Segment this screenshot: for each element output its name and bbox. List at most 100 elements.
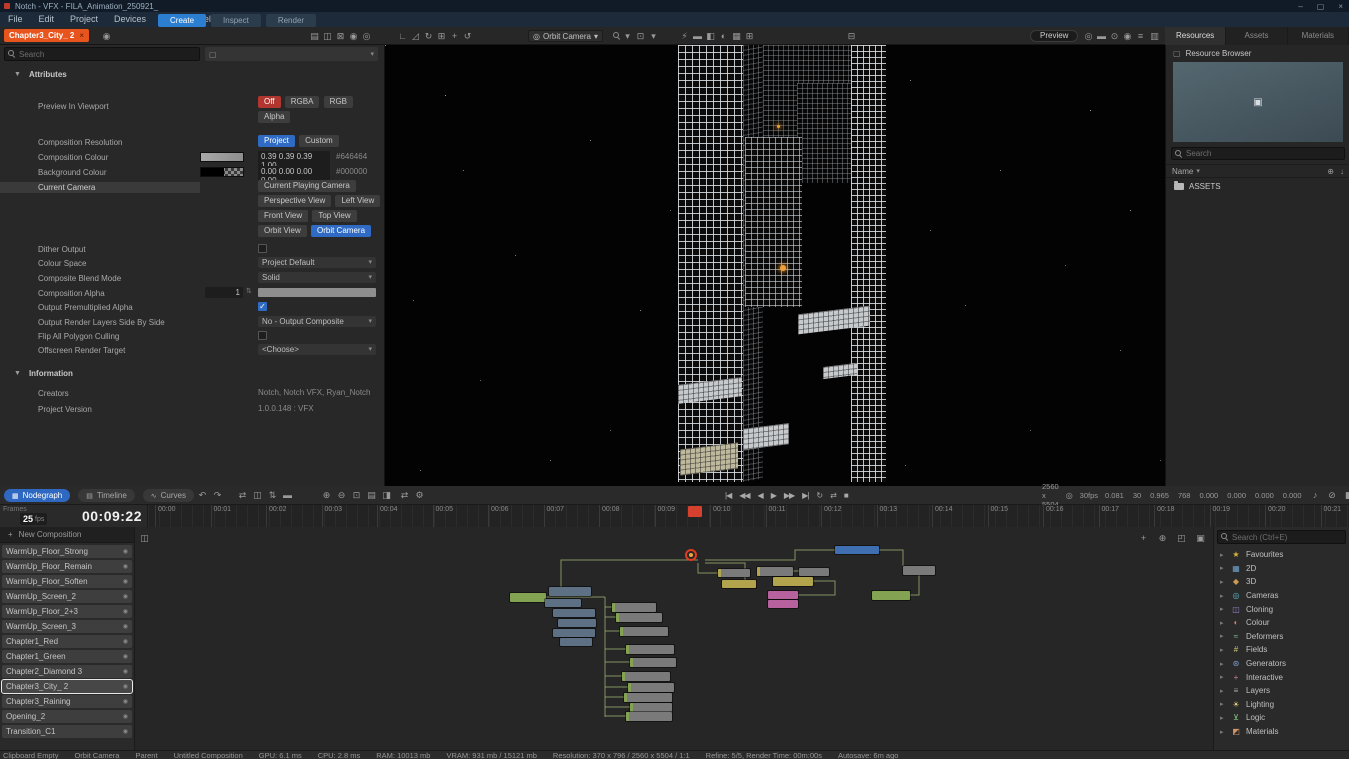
composition-item[interactable]: WarmUp_Floor_2+3◉ <box>2 605 132 618</box>
composition-item[interactable]: Opening_2◉ <box>2 710 132 723</box>
composition-item[interactable]: Chapter1_Green◉ <box>2 650 132 663</box>
close-button[interactable]: × <box>1338 2 1343 11</box>
playhead[interactable] <box>688 506 702 517</box>
zoom-graph-icon[interactable]: ⊕ <box>1156 531 1169 545</box>
camera-left-button[interactable]: Left View <box>335 195 380 207</box>
chevron-right-icon[interactable]: ▸ <box>1220 646 1226 654</box>
composition-alpha-slider[interactable] <box>258 288 376 297</box>
capture-icon[interactable]: ◎ <box>1082 29 1095 43</box>
viewport-3d[interactable] <box>385 45 1165 486</box>
visibility-icon[interactable]: ◉ <box>123 668 128 675</box>
visibility-icon[interactable]: ◉ <box>123 698 128 705</box>
chevron-right-icon[interactable]: ▸ <box>1220 578 1226 586</box>
visibility-icon[interactable]: ◉ <box>123 713 128 720</box>
go-end-button[interactable]: ▶| <box>799 491 811 500</box>
composite-blend-mode-select[interactable]: Solid ▾ <box>258 272 376 283</box>
graph-node[interactable] <box>722 580 756 588</box>
sort-icon[interactable]: ⇅ <box>266 488 279 502</box>
background-colour-swatch[interactable] <box>200 167 244 177</box>
graph-node[interactable] <box>549 587 591 596</box>
stop-button[interactable]: ■ <box>841 491 851 500</box>
realtime-button[interactable]: ⇄ <box>827 491 839 500</box>
palette-category-lighting[interactable]: ▸☀Lighting <box>1214 698 1349 712</box>
composition-item[interactable]: Chapter1_Red◉ <box>2 635 132 648</box>
palette-category-2d[interactable]: ▸▦2D <box>1214 562 1349 576</box>
gizmo-marker[interactable] <box>780 265 786 271</box>
resources-name-header[interactable]: Name ▾ ⊕ ↓ <box>1166 164 1349 178</box>
palette-category-cameras[interactable]: ▸◎Cameras <box>1214 589 1349 603</box>
graph-node[interactable] <box>626 712 672 721</box>
settings-icon[interactable]: ⚙ <box>413 488 426 502</box>
grid-icon[interactable]: ▦ <box>730 29 743 43</box>
chevron-right-icon[interactable]: ▸ <box>1220 714 1226 722</box>
graph-node[interactable] <box>757 567 793 576</box>
duplicate-icon[interactable]: ◫ <box>321 29 334 43</box>
menu-project[interactable]: Project <box>62 14 106 24</box>
zoom-out-icon[interactable]: ⊖ <box>335 488 348 502</box>
record-icon[interactable]: ⊙ <box>1108 29 1121 43</box>
editor-tab-timeline[interactable]: ▤Timeline <box>78 489 135 502</box>
offscreen-render-target-select[interactable]: <Choose> ▾ <box>258 344 376 355</box>
chevron-right-icon[interactable]: ▸ <box>1220 632 1226 640</box>
go-start-button[interactable]: |◀ <box>722 491 734 500</box>
chevron-right-icon[interactable]: ▸ <box>1220 605 1226 613</box>
graph-node[interactable] <box>630 658 676 667</box>
palette-category-layers[interactable]: ▸≡Layers <box>1214 684 1349 698</box>
fps-field[interactable]: 25 fps <box>20 513 47 525</box>
chevron-right-icon[interactable]: ▸ <box>1220 551 1226 559</box>
collapse-icon[interactable]: ▼ <box>14 370 21 377</box>
composition-item[interactable]: WarmUp_Floor_Remain◉ <box>2 560 132 573</box>
camera-orbit-view-button[interactable]: Orbit View <box>258 225 307 237</box>
align-icon[interactable]: ◫ <box>251 488 264 502</box>
menu-file[interactable]: File <box>0 14 31 24</box>
mode-tab-inspect[interactable]: Inspect <box>211 14 261 27</box>
graph-node[interactable] <box>560 638 592 646</box>
spinner-icon[interactable]: ⇅ <box>246 287 252 295</box>
move-tool-icon[interactable]: + <box>448 29 461 43</box>
resource-preview[interactable]: ▣ <box>1173 62 1343 142</box>
effects-icon[interactable]: ⚡ <box>678 29 691 43</box>
chevron-right-icon[interactable]: ▸ <box>1220 619 1226 627</box>
fit-graph-icon[interactable]: ◰ <box>1175 531 1188 545</box>
resources-tab-materials[interactable]: Materials <box>1288 27 1349 45</box>
document-tab[interactable]: Chapter3_City_ 2 × <box>4 29 89 42</box>
loop-button[interactable]: ↻ <box>813 491 825 500</box>
target-icon[interactable]: ◉ <box>1121 29 1134 43</box>
play-reverse-button[interactable]: ◀ <box>755 491 766 500</box>
palette-search[interactable] <box>1217 530 1346 544</box>
list-icon[interactable]: ≡ <box>1134 29 1147 43</box>
palette-category-3d[interactable]: ▸◆3D <box>1214 575 1349 589</box>
graph-node[interactable] <box>628 683 674 692</box>
resources-tab-assets[interactable]: Assets <box>1226 27 1287 45</box>
import-icon[interactable]: ↓ <box>1340 167 1344 176</box>
new-composition-button[interactable]: + New Composition <box>0 527 134 543</box>
info-icon[interactable]: ◎ <box>360 29 373 43</box>
snap-grid-icon[interactable]: ⊞ <box>435 29 448 43</box>
graph-node[interactable] <box>835 546 879 554</box>
visibility-icon[interactable]: ◉ <box>123 593 128 600</box>
chevron-right-icon[interactable]: ▸ <box>1220 728 1226 736</box>
mute-icon[interactable]: ⊘ <box>1326 488 1339 502</box>
flip-polygon-culling-checkbox[interactable] <box>258 331 267 340</box>
attribute-filter-select[interactable]: ▢ ▾ <box>205 47 378 61</box>
minimap-icon[interactable]: ▣ <box>1194 531 1207 545</box>
palette-search-input[interactable] <box>1229 533 1345 542</box>
camera-playing-button[interactable]: Current Playing Camera <box>258 180 356 192</box>
display-icon[interactable]: ▬ <box>691 29 704 43</box>
audio-icon[interactable]: ♪ <box>1309 488 1322 502</box>
chevron-right-icon[interactable]: ▸ <box>1220 592 1226 600</box>
monitor-icon[interactable]: ▬ <box>1095 29 1108 43</box>
fit-icon[interactable]: ⊡ <box>350 488 363 502</box>
attributes-section-header[interactable]: ▼ Attributes <box>0 68 385 81</box>
chevron-right-icon[interactable]: ▸ <box>1220 660 1226 668</box>
search-zoom-icon[interactable]: ⊕ <box>1327 167 1334 176</box>
maximize-button[interactable]: ▢ <box>1317 2 1325 11</box>
graph-node[interactable] <box>553 609 595 617</box>
orbit-tool-icon[interactable]: ↺ <box>461 29 474 43</box>
nodegraph-canvas[interactable]: ◫ +⊕◰▣ <box>135 527 1213 750</box>
tab-close-icon[interactable]: × <box>79 31 84 40</box>
output-premultiplied-alpha-checkbox[interactable]: ✓ <box>258 302 267 311</box>
preview-button[interactable]: Preview <box>1030 30 1078 42</box>
frame-back-button[interactable]: ◀◀ <box>736 491 752 500</box>
visibility-icon[interactable]: ◉ <box>123 623 128 630</box>
